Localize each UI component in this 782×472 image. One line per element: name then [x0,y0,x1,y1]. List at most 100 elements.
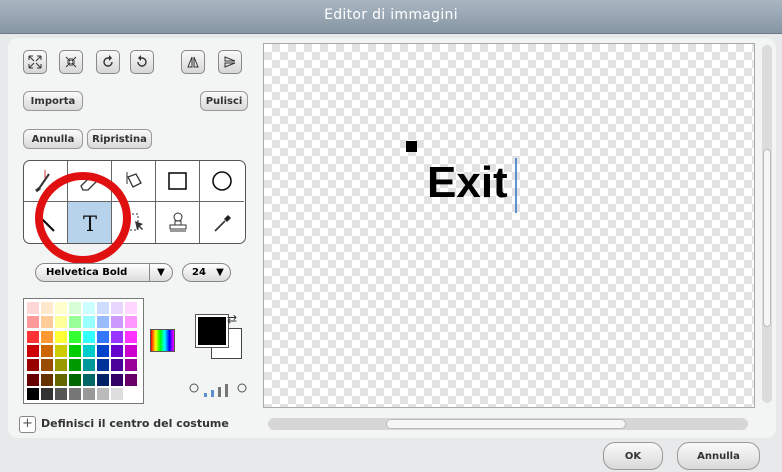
color-swatch[interactable] [55,344,67,357]
color-swatch[interactable] [55,373,67,386]
color-picker-button[interactable] [150,329,175,352]
cancel-button[interactable]: Annulla [677,442,760,470]
title-bar[interactable]: Editor di immagini [0,0,782,34]
zoom-level-bar[interactable] [211,390,214,397]
color-swatch[interactable] [83,359,95,372]
zoom-in-icon[interactable] [237,383,247,393]
color-swatch[interactable] [69,344,81,357]
rectangle-tool[interactable] [156,161,200,202]
import-button[interactable]: Importa [23,91,83,111]
color-swatch[interactable] [111,316,123,329]
eyedropper-tool[interactable] [200,202,244,243]
color-swatch[interactable] [97,373,109,386]
vertical-scroll-thumb[interactable] [763,149,771,327]
color-swatch[interactable] [27,302,39,314]
color-swatch[interactable] [55,316,67,329]
color-swatch[interactable] [55,330,67,343]
color-swatch[interactable] [69,359,81,372]
color-swatch[interactable] [111,359,123,372]
color-swatch[interactable] [125,302,137,314]
color-swatch[interactable] [83,330,95,343]
zoom-slider[interactable] [188,381,250,399]
color-swatch[interactable] [111,330,123,343]
zoom-out-icon[interactable] [189,383,199,393]
color-swatch[interactable] [27,330,39,343]
color-swatch[interactable] [55,302,67,314]
color-swatch[interactable] [125,316,137,329]
horizontal-scrollbar[interactable] [268,418,748,430]
plus-icon[interactable]: + [19,416,36,433]
color-swatch[interactable] [27,373,39,386]
color-swatch[interactable] [125,330,137,343]
color-swatch[interactable] [125,387,137,400]
flip-horizontal-button[interactable] [181,50,205,74]
horizontal-scroll-thumb[interactable] [386,419,626,429]
rotate-right-button[interactable] [130,50,154,74]
color-swatch[interactable] [97,316,109,329]
color-swatch[interactable] [41,316,53,329]
undo-button[interactable]: Annulla [23,129,83,149]
clear-button[interactable]: Pulisci [200,91,248,111]
color-swatch[interactable] [97,330,109,343]
font-size-value: 24 [192,267,206,278]
shrink-button[interactable] [59,50,83,74]
color-swatch[interactable] [27,344,39,357]
color-swatch[interactable] [69,302,81,314]
costume-center-label[interactable]: Definisci il centro del costume [41,417,229,430]
color-swatch[interactable] [41,359,53,372]
color-swatch[interactable] [111,344,123,357]
color-swatch[interactable] [27,387,39,400]
color-swatch[interactable] [41,387,53,400]
vertical-scrollbar[interactable] [762,45,772,403]
text-move-handle[interactable] [406,141,417,152]
swap-colors-icon[interactable]: ⇄ [227,312,237,326]
flip-vertical-icon [224,56,236,68]
color-swatch[interactable] [97,344,109,357]
stamp-tool[interactable] [156,202,200,243]
color-swatch[interactable] [97,302,109,314]
color-swatch[interactable] [125,373,137,386]
color-swatch[interactable] [83,373,95,386]
font-name: Helvetica Bold [46,267,128,278]
chevron-down-icon: ▼ [216,267,224,278]
color-swatch[interactable] [111,373,123,386]
color-swatch[interactable] [41,344,53,357]
color-swatch[interactable] [27,359,39,372]
color-swatch[interactable] [41,330,53,343]
color-swatch[interactable] [69,330,81,343]
color-swatch[interactable] [97,359,109,372]
highlight-circle [35,172,131,264]
color-swatch[interactable] [83,302,95,314]
color-swatch[interactable] [97,387,109,400]
color-swatch[interactable] [27,316,39,329]
image-editor-window: Editor di immagini Importa Pulisci Annul… [0,0,782,472]
grow-button[interactable] [23,50,47,74]
zoom-level-bar[interactable] [204,393,207,397]
color-swatch[interactable] [125,359,137,372]
ellipse-tool[interactable] [200,161,244,202]
foreground-color-swatch[interactable] [195,314,229,348]
flip-vertical-button[interactable] [218,50,242,74]
ok-button[interactable]: OK [603,442,663,470]
color-swatch[interactable] [111,387,123,400]
drawing-canvas[interactable]: Exit [263,43,755,408]
zoom-level-bar[interactable] [225,384,228,397]
color-swatch[interactable] [83,387,95,400]
color-swatch[interactable] [83,316,95,329]
color-swatch[interactable] [55,387,67,400]
color-swatch[interactable] [41,302,53,314]
color-swatch[interactable] [55,359,67,372]
color-swatch[interactable] [41,373,53,386]
color-swatch[interactable] [69,316,81,329]
font-selector[interactable]: Helvetica Bold ▼ [35,263,173,282]
color-swatch[interactable] [69,387,81,400]
color-palette[interactable] [23,298,144,404]
rotate-left-button[interactable] [96,50,120,74]
zoom-level-bar[interactable] [218,387,221,397]
color-swatch[interactable] [125,344,137,357]
color-swatch[interactable] [83,344,95,357]
color-swatch[interactable] [111,302,123,314]
redo-button[interactable]: Ripristina [87,129,152,149]
color-swatch[interactable] [69,373,81,386]
font-size-selector[interactable]: 24 ▼ [182,263,231,282]
